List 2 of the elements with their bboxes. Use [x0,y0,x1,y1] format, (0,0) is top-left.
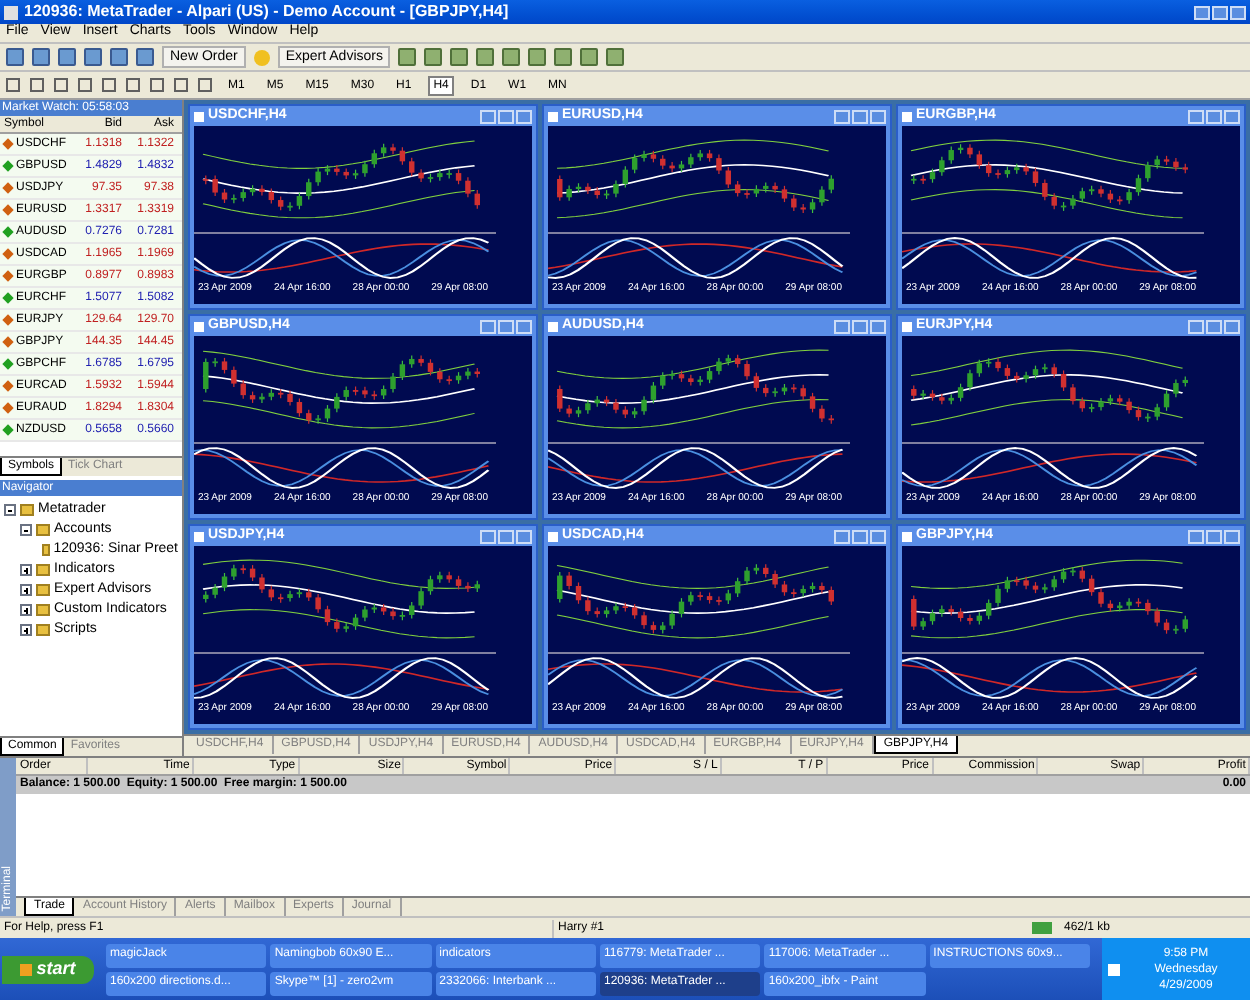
window-title: 120936: MetaTrader - Alpari (US) - Demo Account - [GBPJPY,H4] [24,0,509,23]
start-button[interactable]: start [2,955,94,983]
